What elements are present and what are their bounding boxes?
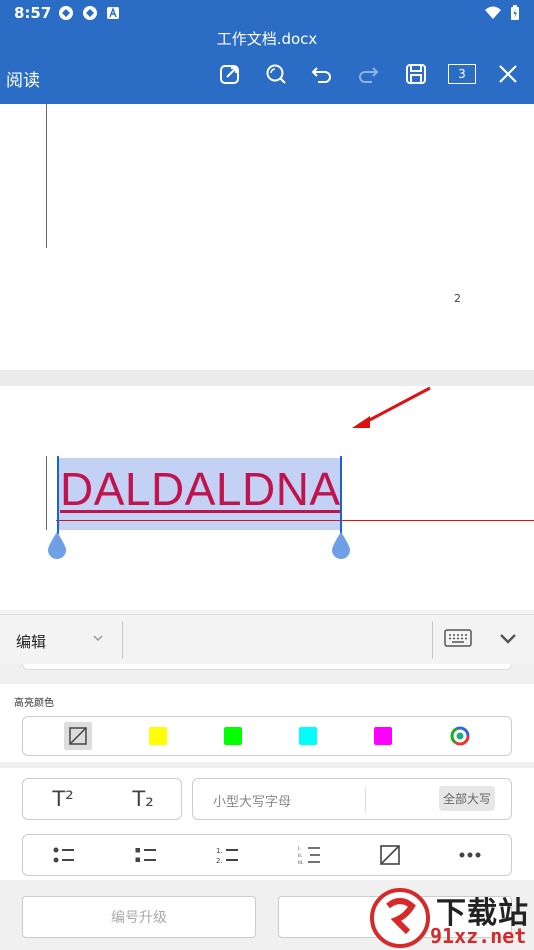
more-options-icon[interactable]	[458, 851, 482, 859]
cyan-highlight-swatch[interactable]	[298, 727, 317, 745]
watermark-url: 91xz.net	[430, 924, 527, 948]
undo-icon[interactable]	[310, 62, 334, 86]
page-count-button[interactable]: 3	[448, 64, 476, 84]
script-buttons-group: T² T₂	[22, 778, 182, 820]
svg-text:ii.: ii.	[298, 853, 303, 859]
app-notification-icon	[59, 6, 73, 20]
collapse-panel-icon[interactable]	[498, 631, 518, 647]
yellow-highlight-swatch[interactable]	[148, 727, 167, 745]
svg-text:i.: i.	[298, 846, 301, 852]
caps-options-group: 小型大写字母 全部大写	[192, 778, 512, 820]
read-mode-button[interactable]: 阅读	[6, 66, 40, 91]
toolbar-separator	[122, 621, 123, 659]
square-bullet-list-icon[interactable]	[134, 845, 158, 865]
highlight-color-title: 高亮颜色	[14, 698, 54, 709]
more-colors-icon[interactable]	[449, 725, 471, 747]
subscript-button[interactable]: T₂	[103, 779, 183, 819]
svg-text:1.: 1.	[216, 847, 223, 855]
promote-numbering-button[interactable]: 编号升级	[22, 896, 256, 938]
share-edit-icon[interactable]	[218, 62, 242, 86]
status-bar: 8:57	[0, 0, 534, 26]
small-caps-option[interactable]: 小型大写字母	[213, 791, 291, 810]
status-system-icons	[484, 5, 520, 21]
selection-end-handle[interactable]	[330, 530, 352, 560]
document-page-1[interactable]: 2	[0, 104, 534, 370]
chevron-down-icon[interactable]	[92, 632, 104, 644]
save-icon[interactable]	[404, 62, 428, 86]
search-icon[interactable]	[264, 62, 288, 86]
battery-icon	[511, 5, 519, 20]
redo-icon[interactable]	[356, 62, 380, 86]
font-effects-section: T² T₂ 小型大写字母 全部大写 1. 2. i. ii. iii.	[0, 768, 534, 880]
a-notification-icon	[107, 7, 119, 19]
selection-start-bar	[57, 456, 59, 534]
wifi-icon	[485, 6, 501, 19]
close-icon[interactable]	[496, 62, 520, 86]
list-style-group: 1. 2. i. ii. iii.	[22, 834, 512, 876]
status-time: 8:57	[14, 4, 52, 22]
panel-top-strip	[22, 664, 512, 670]
caps-separator	[365, 787, 366, 813]
all-caps-button[interactable]: 全部大写	[438, 786, 495, 811]
multilevel-list-icon[interactable]: i.ii.iii.	[298, 844, 322, 866]
document-title: 工作文档.docx	[216, 30, 318, 48]
text-underline	[60, 510, 340, 513]
revision-line	[56, 520, 534, 521]
bullet-list-icon[interactable]	[52, 845, 76, 865]
text-margin-line	[46, 456, 47, 530]
superscript-button[interactable]: T²	[23, 779, 103, 819]
no-highlight-swatch[interactable]	[63, 722, 92, 750]
selected-document-text[interactable]: DALDALDNA	[60, 462, 341, 516]
keyboard-icon[interactable]	[444, 629, 472, 647]
app-bar: 8:57 工作文档.docx 阅读 3	[0, 0, 534, 104]
highlight-color-section: 高亮颜色	[0, 684, 534, 762]
selection-start-handle[interactable]	[46, 530, 68, 560]
app-notification-icon-2	[83, 6, 97, 20]
svg-text:iii.: iii.	[298, 860, 304, 866]
svg-text:2.: 2.	[216, 857, 223, 865]
green-highlight-swatch[interactable]	[223, 727, 242, 745]
annotation-arrow	[352, 386, 431, 428]
status-notification-icons	[58, 5, 120, 21]
selection-end-bar	[340, 456, 342, 534]
page-number: 2	[454, 292, 461, 305]
highlight-color-palette	[22, 716, 512, 756]
numbered-list-icon[interactable]: 1.2.	[216, 845, 240, 865]
no-list-icon[interactable]	[380, 845, 400, 865]
text-margin-line	[46, 104, 47, 248]
edit-mode-dropdown[interactable]: 编辑	[16, 631, 46, 652]
edit-toolbar: 编辑	[0, 614, 534, 664]
page-gap	[0, 370, 534, 386]
document-page-2[interactable]: DALDALDNA	[0, 386, 534, 610]
toolbar-separator	[432, 621, 433, 659]
magenta-highlight-swatch[interactable]	[373, 727, 392, 745]
